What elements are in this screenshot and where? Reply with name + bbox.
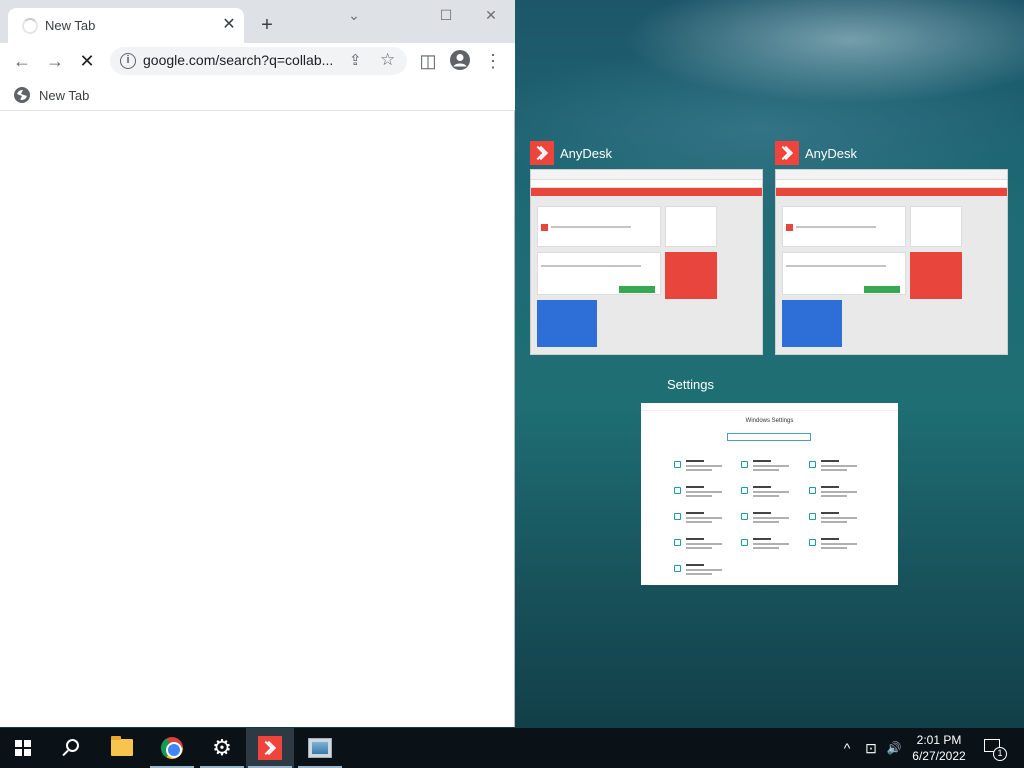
chrome-icon: [161, 737, 183, 759]
notification-badge: 1: [993, 747, 1007, 761]
file-explorer-button[interactable]: [98, 728, 146, 768]
forward-button[interactable]: →: [43, 49, 67, 73]
address-bar[interactable]: i google.com/search?q=collab... ⇪ ☆: [110, 47, 407, 75]
browser-toolbar: ← → ✕ i google.com/search?q=collab... ⇪ …: [0, 43, 515, 79]
new-tab-button[interactable]: +: [256, 14, 278, 36]
bookmark-label: New Tab: [39, 87, 90, 103]
chrome-window: New Tab ✕ + ⌄ ☐ ✕ ← → ✕ i google.com/sea…: [0, 0, 515, 727]
bookmark-star-icon[interactable]: ☆: [380, 50, 395, 70]
anydesk-window-thumbnail-2[interactable]: [775, 169, 1008, 355]
tab-title: New Tab: [45, 18, 96, 33]
window-title: AnyDesk: [805, 145, 858, 161]
show-hidden-icons-button[interactable]: ^: [838, 728, 856, 768]
share-icon[interactable]: ⇪: [349, 51, 362, 69]
gear-icon: ⚙: [212, 735, 232, 760]
notification-center-button[interactable]: 1: [982, 736, 1007, 761]
site-info-icon[interactable]: i: [120, 53, 136, 69]
window-title: Settings: [667, 377, 714, 392]
task-view-caption-settings[interactable]: Settings: [667, 377, 714, 392]
settings-window-thumbnail[interactable]: Windows Settings: [641, 403, 898, 585]
app-taskbar-button[interactable]: [296, 728, 344, 768]
clock-date: 6/27/2022: [912, 749, 966, 763]
clock-time: 2:01 PM: [916, 733, 962, 747]
minimize-button[interactable]: ⌄: [341, 6, 367, 24]
address-url[interactable]: google.com/search?q=collab...: [143, 52, 343, 68]
maximize-button[interactable]: ☐: [433, 6, 459, 24]
task-view-caption-anydesk-2[interactable]: AnyDesk: [775, 141, 857, 165]
windows-logo-icon: [15, 740, 31, 756]
settings-search-box: [727, 433, 811, 441]
anydesk-icon: [530, 141, 554, 165]
close-window-button[interactable]: ✕: [478, 6, 504, 24]
anydesk-window-thumbnail-1[interactable]: [530, 169, 763, 355]
loading-spinner-icon: [22, 18, 38, 34]
profile-icon: [450, 50, 470, 70]
globe-icon: [14, 87, 30, 103]
folder-icon: [111, 736, 133, 756]
anydesk-icon: [258, 736, 282, 760]
clock[interactable]: 2:01 PM 6/27/2022: [904, 732, 974, 764]
search-button[interactable]: [48, 728, 96, 768]
network-icon[interactable]: ⊡: [861, 728, 881, 768]
anydesk-icon: [775, 141, 799, 165]
stop-button[interactable]: ✕: [75, 49, 99, 73]
profile-avatar[interactable]: [448, 49, 472, 73]
chrome-menu-button[interactable]: ⋮: [481, 49, 505, 73]
bookmark-new-tab[interactable]: New Tab: [14, 85, 89, 105]
volume-icon[interactable]: 🔊: [884, 728, 904, 768]
chrome-taskbar-button[interactable]: [148, 728, 196, 768]
bookmarks-bar: New Tab: [0, 79, 515, 111]
anydesk-taskbar-button[interactable]: [246, 728, 294, 768]
settings-taskbar-button[interactable]: ⚙: [198, 728, 246, 768]
window-title: AnyDesk: [560, 145, 613, 161]
taskbar: ⚙ ^ ⊡ 🔊 2:01 PM 6/27/2022 1: [0, 728, 1024, 768]
tab-new-tab[interactable]: New Tab ✕: [8, 8, 244, 43]
search-icon: [66, 739, 79, 752]
tab-close-icon[interactable]: ✕: [220, 16, 238, 34]
start-button[interactable]: [0, 728, 48, 768]
settings-heading: Windows Settings: [745, 418, 794, 424]
tab-strip: New Tab ✕ + ⌄ ☐ ✕: [0, 0, 515, 43]
back-button[interactable]: ←: [10, 49, 34, 73]
side-panel-icon[interactable]: ◫: [416, 49, 440, 73]
picture-icon: [308, 738, 332, 758]
task-view-caption-anydesk-1[interactable]: AnyDesk: [530, 141, 612, 165]
